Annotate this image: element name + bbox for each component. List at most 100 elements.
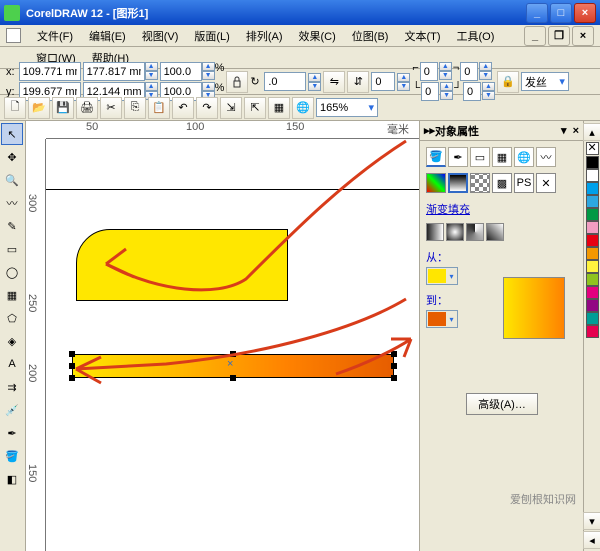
corner-tl-input[interactable] bbox=[420, 62, 438, 81]
palette-flyout-button[interactable]: ◂ bbox=[583, 531, 600, 549]
menu-bitmaps[interactable]: 位图(B) bbox=[346, 26, 395, 46]
gradient-bar-object[interactable] bbox=[72, 354, 394, 378]
color-swatch[interactable] bbox=[586, 195, 599, 208]
color-swatch[interactable] bbox=[586, 182, 599, 195]
color-swatch[interactable] bbox=[586, 208, 599, 221]
interactive-blend-tool[interactable]: ⇉ bbox=[1, 376, 23, 398]
palette-down-button[interactable]: ▾ bbox=[583, 512, 600, 530]
tab-detail[interactable]: ▦ bbox=[492, 147, 512, 167]
color-swatch[interactable] bbox=[586, 273, 599, 286]
color-swatch[interactable] bbox=[586, 299, 599, 312]
export-button[interactable]: ⇱ bbox=[244, 97, 266, 119]
tab-outline[interactable]: ✒ bbox=[448, 147, 468, 167]
corner-tr-input[interactable] bbox=[460, 62, 478, 81]
to-color-picker[interactable]: ▾ bbox=[426, 310, 458, 328]
advanced-button[interactable]: 高级(A)… bbox=[466, 393, 538, 415]
width-input[interactable] bbox=[83, 62, 145, 81]
zoom-select[interactable]: 165%▾ bbox=[316, 98, 378, 117]
docker-expand-icon[interactable]: ▸▸ bbox=[424, 124, 435, 137]
doc-restore-button[interactable]: ❐ bbox=[548, 26, 570, 46]
preset-radial[interactable] bbox=[446, 223, 464, 241]
menu-view[interactable]: 视图(V) bbox=[136, 26, 185, 46]
paste-button[interactable]: 📋 bbox=[148, 97, 170, 119]
undo-button[interactable]: ↶ bbox=[172, 97, 194, 119]
text-tool[interactable]: A bbox=[1, 353, 23, 375]
tab-internet[interactable]: 🌐 bbox=[514, 147, 534, 167]
doc-minimize-button[interactable]: _ bbox=[524, 26, 546, 46]
maximize-button[interactable]: □ bbox=[550, 3, 572, 23]
docker-close-icon[interactable]: × bbox=[573, 125, 579, 137]
scale-x-input[interactable] bbox=[160, 62, 202, 81]
close-button[interactable]: × bbox=[574, 3, 596, 23]
x-position-input[interactable] bbox=[19, 62, 81, 81]
tab-general[interactable]: ▭ bbox=[470, 147, 490, 167]
import-button[interactable]: ⇲ bbox=[220, 97, 242, 119]
eyedropper-tool[interactable]: 💉 bbox=[1, 399, 23, 421]
preset-square[interactable] bbox=[486, 223, 504, 241]
menu-edit[interactable]: 编辑(E) bbox=[83, 26, 132, 46]
open-button[interactable]: 📂 bbox=[28, 97, 50, 119]
fill-pattern[interactable] bbox=[470, 173, 490, 193]
save-button[interactable]: 💾 bbox=[52, 97, 74, 119]
from-color-picker[interactable]: ▾ bbox=[426, 267, 458, 285]
polygon-tool[interactable]: ⬠ bbox=[1, 307, 23, 329]
mirror-v-button[interactable]: ⇵ bbox=[347, 71, 369, 93]
color-swatch[interactable] bbox=[586, 169, 599, 182]
tab-curve[interactable]: 〰 bbox=[536, 147, 556, 167]
menu-file[interactable]: 文件(F) bbox=[31, 26, 79, 46]
ellipse-tool[interactable]: ◯ bbox=[1, 261, 23, 283]
menu-text[interactable]: 文本(T) bbox=[398, 26, 446, 46]
color-swatch[interactable] bbox=[586, 312, 599, 325]
app-launcher-button[interactable]: ▦ bbox=[268, 97, 290, 119]
print-button[interactable]: 🖨 bbox=[76, 97, 98, 119]
fill-uniform[interactable] bbox=[426, 173, 446, 193]
menu-layout[interactable]: 版面(L) bbox=[188, 26, 235, 46]
menu-effects[interactable]: 效果(C) bbox=[293, 26, 342, 46]
docker-menu-icon[interactable]: ▾ bbox=[561, 124, 567, 137]
palette-up-button[interactable]: ▴ bbox=[583, 123, 600, 141]
new-button[interactable]: 🗋 bbox=[4, 97, 26, 119]
zoom-tool[interactable]: 🔍 bbox=[1, 169, 23, 191]
color-swatch[interactable] bbox=[586, 247, 599, 260]
menu-tools[interactable]: 工具(O) bbox=[451, 26, 501, 46]
corel-online-button[interactable]: 🌐 bbox=[292, 97, 314, 119]
angle-input[interactable] bbox=[371, 72, 395, 91]
fill-fountain[interactable] bbox=[448, 173, 468, 193]
interactive-fill-tool[interactable]: ◧ bbox=[1, 468, 23, 490]
freehand-tool[interactable]: 〰 bbox=[1, 192, 23, 214]
fill-postscript[interactable]: PS bbox=[514, 173, 534, 193]
yellow-rounded-rectangle[interactable] bbox=[76, 229, 288, 301]
shape-tool[interactable]: ✥ bbox=[1, 146, 23, 168]
corner-br-input[interactable] bbox=[463, 82, 481, 101]
mirror-h-button[interactable]: ⇋ bbox=[323, 71, 345, 93]
fill-texture[interactable]: ▩ bbox=[492, 173, 512, 193]
preset-conical[interactable] bbox=[466, 223, 484, 241]
tab-fill[interactable]: 🪣 bbox=[426, 147, 446, 167]
basic-shapes-tool[interactable]: ◈ bbox=[1, 330, 23, 352]
copy-button[interactable]: ⎘ bbox=[124, 97, 146, 119]
fill-none[interactable]: ✕ bbox=[536, 173, 556, 193]
fill-tool[interactable]: 🪣 bbox=[1, 445, 23, 467]
redo-button[interactable]: ↷ bbox=[196, 97, 218, 119]
menu-arrange[interactable]: 排列(A) bbox=[240, 26, 289, 46]
pick-tool[interactable]: ↖ bbox=[1, 123, 23, 145]
drawing-canvas[interactable] bbox=[46, 139, 419, 551]
rectangle-tool[interactable]: ▭ bbox=[1, 238, 23, 260]
color-swatch[interactable] bbox=[586, 325, 599, 338]
round-corners-lock-button[interactable]: 🔒 bbox=[497, 71, 519, 93]
smart-draw-tool[interactable]: ✎ bbox=[1, 215, 23, 237]
color-swatch[interactable] bbox=[586, 221, 599, 234]
outline-tool[interactable]: ✒ bbox=[1, 422, 23, 444]
rotation-input[interactable] bbox=[264, 72, 306, 91]
graph-paper-tool[interactable]: ▦ bbox=[1, 284, 23, 306]
preset-linear[interactable] bbox=[426, 223, 444, 241]
minimize-button[interactable]: _ bbox=[526, 3, 548, 23]
color-swatch[interactable] bbox=[586, 260, 599, 273]
color-swatch[interactable] bbox=[586, 234, 599, 247]
color-swatch[interactable] bbox=[586, 156, 599, 169]
outline-width-select[interactable]: 发丝▾ bbox=[521, 72, 569, 91]
corner-bl-input[interactable] bbox=[421, 82, 439, 101]
lock-ratio-button[interactable] bbox=[226, 71, 248, 93]
color-swatch[interactable] bbox=[586, 286, 599, 299]
doc-close-button[interactable]: × bbox=[572, 26, 594, 46]
